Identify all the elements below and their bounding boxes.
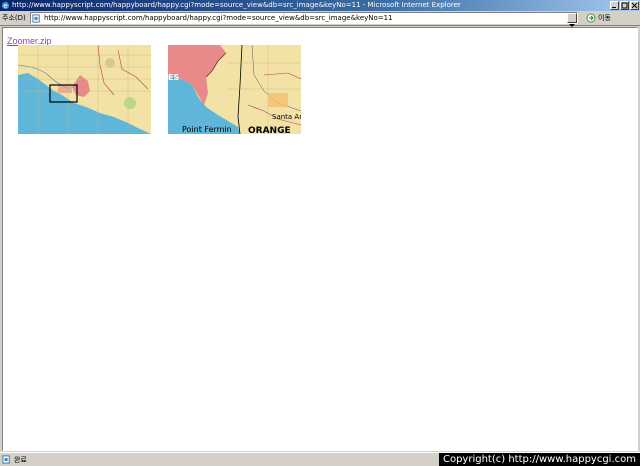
maximize-icon [621, 2, 628, 9]
status-page-icon [2, 455, 10, 464]
close-button[interactable] [630, 1, 639, 10]
address-dropdown-button[interactable] [567, 13, 577, 27]
map-image-zoomed[interactable]: ES Point Fermin Santa Ana ORANGE [168, 45, 301, 134]
page-content: Zoomer.zip ES Point Fermin Santa A ORANG… [2, 27, 638, 451]
map-label-orange: ORANGE [248, 126, 291, 134]
go-button[interactable]: 이동 [586, 13, 611, 23]
minimize-icon [612, 7, 616, 8]
minimize-button[interactable] [610, 1, 619, 10]
browser-window: e http://www.happyscript.com/happyboard/… [0, 0, 640, 466]
maximize-button[interactable] [620, 1, 629, 10]
status-bar: 완료 Copyright(c) http://www.happycgi.com [0, 452, 640, 466]
title-bar[interactable]: e http://www.happyscript.com/happyboard/… [0, 0, 640, 11]
map-image-small[interactable] [18, 45, 151, 134]
map-label-point-fermin: Point Fermin [182, 125, 232, 134]
go-arrow-icon [586, 13, 596, 23]
close-icon [631, 2, 638, 9]
copyright-banner: Copyright(c) http://www.happycgi.com [438, 453, 640, 466]
map-label-santa-ana: Santa Ana [272, 113, 301, 121]
map-small-graphic [18, 45, 151, 134]
map-zoomed-graphic: ES Point Fermin Santa Ana ORANGE [168, 45, 301, 134]
address-label: 주소(D) [2, 14, 26, 22]
window-controls [609, 1, 639, 10]
map-label-es: ES [168, 73, 179, 82]
page-icon [32, 13, 40, 23]
address-url: http://www.happyscript.com/happyboard/ha… [44, 14, 393, 22]
address-bar: 주소(D) http://www.happyscript.com/happybo… [0, 11, 640, 27]
window-title: http://www.happyscript.com/happyboard/ha… [12, 1, 461, 9]
svg-text:e: e [3, 1, 7, 10]
ie-logo-icon: e [1, 1, 10, 10]
address-input[interactable]: http://www.happyscript.com/happyboard/ha… [30, 12, 578, 27]
status-text: 완료 [14, 455, 27, 464]
go-label: 이동 [598, 14, 611, 22]
